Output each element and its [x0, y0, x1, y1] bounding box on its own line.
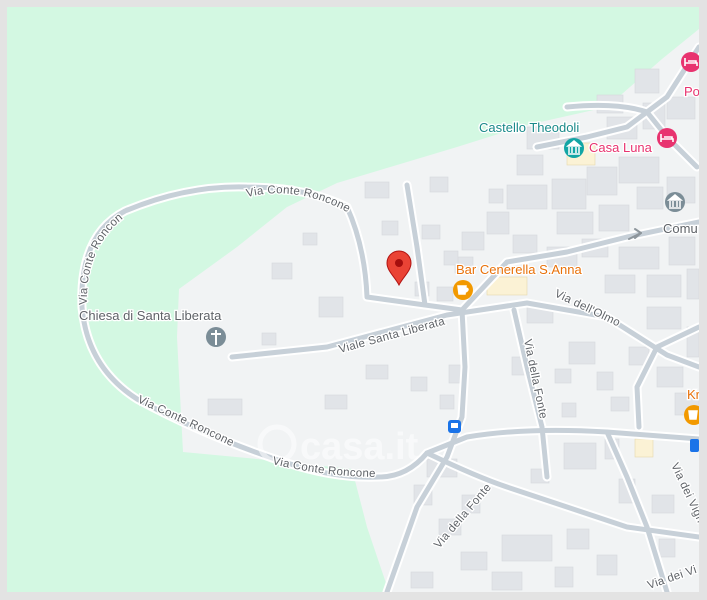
poi-label-bar: Bar Cenerella S.Anna	[456, 262, 583, 277]
poi-label-chiesa: Chiesa di Santa Liberata	[79, 308, 222, 323]
hotel-icon	[657, 128, 677, 148]
poi-label-castello: Castello Theodoli	[479, 120, 579, 135]
bus-stop-icon[interactable]	[448, 420, 461, 433]
poi-castello[interactable]: Castello Theodoli	[478, 119, 581, 137]
map-canvas[interactable]: casa.it Via Conte Roncone Via Conte Ronc…	[7, 7, 699, 592]
museum-icon-comune	[665, 192, 685, 212]
poi-label-kr: Kr	[687, 387, 699, 402]
museum-icon	[564, 138, 584, 158]
watermark-text: casa.it	[300, 426, 419, 468]
map-frame[interactable]: casa.it Via Conte Roncone Via Conte Ronc…	[0, 0, 707, 600]
poi-label-po: Po	[684, 84, 699, 99]
bus-stop-icon-east[interactable]	[690, 439, 699, 452]
cafe-icon	[453, 280, 473, 300]
poi-label-casa-luna: Casa Luna	[589, 140, 653, 155]
church-icon	[206, 327, 226, 347]
poi-label-comune: Comu	[663, 221, 698, 236]
